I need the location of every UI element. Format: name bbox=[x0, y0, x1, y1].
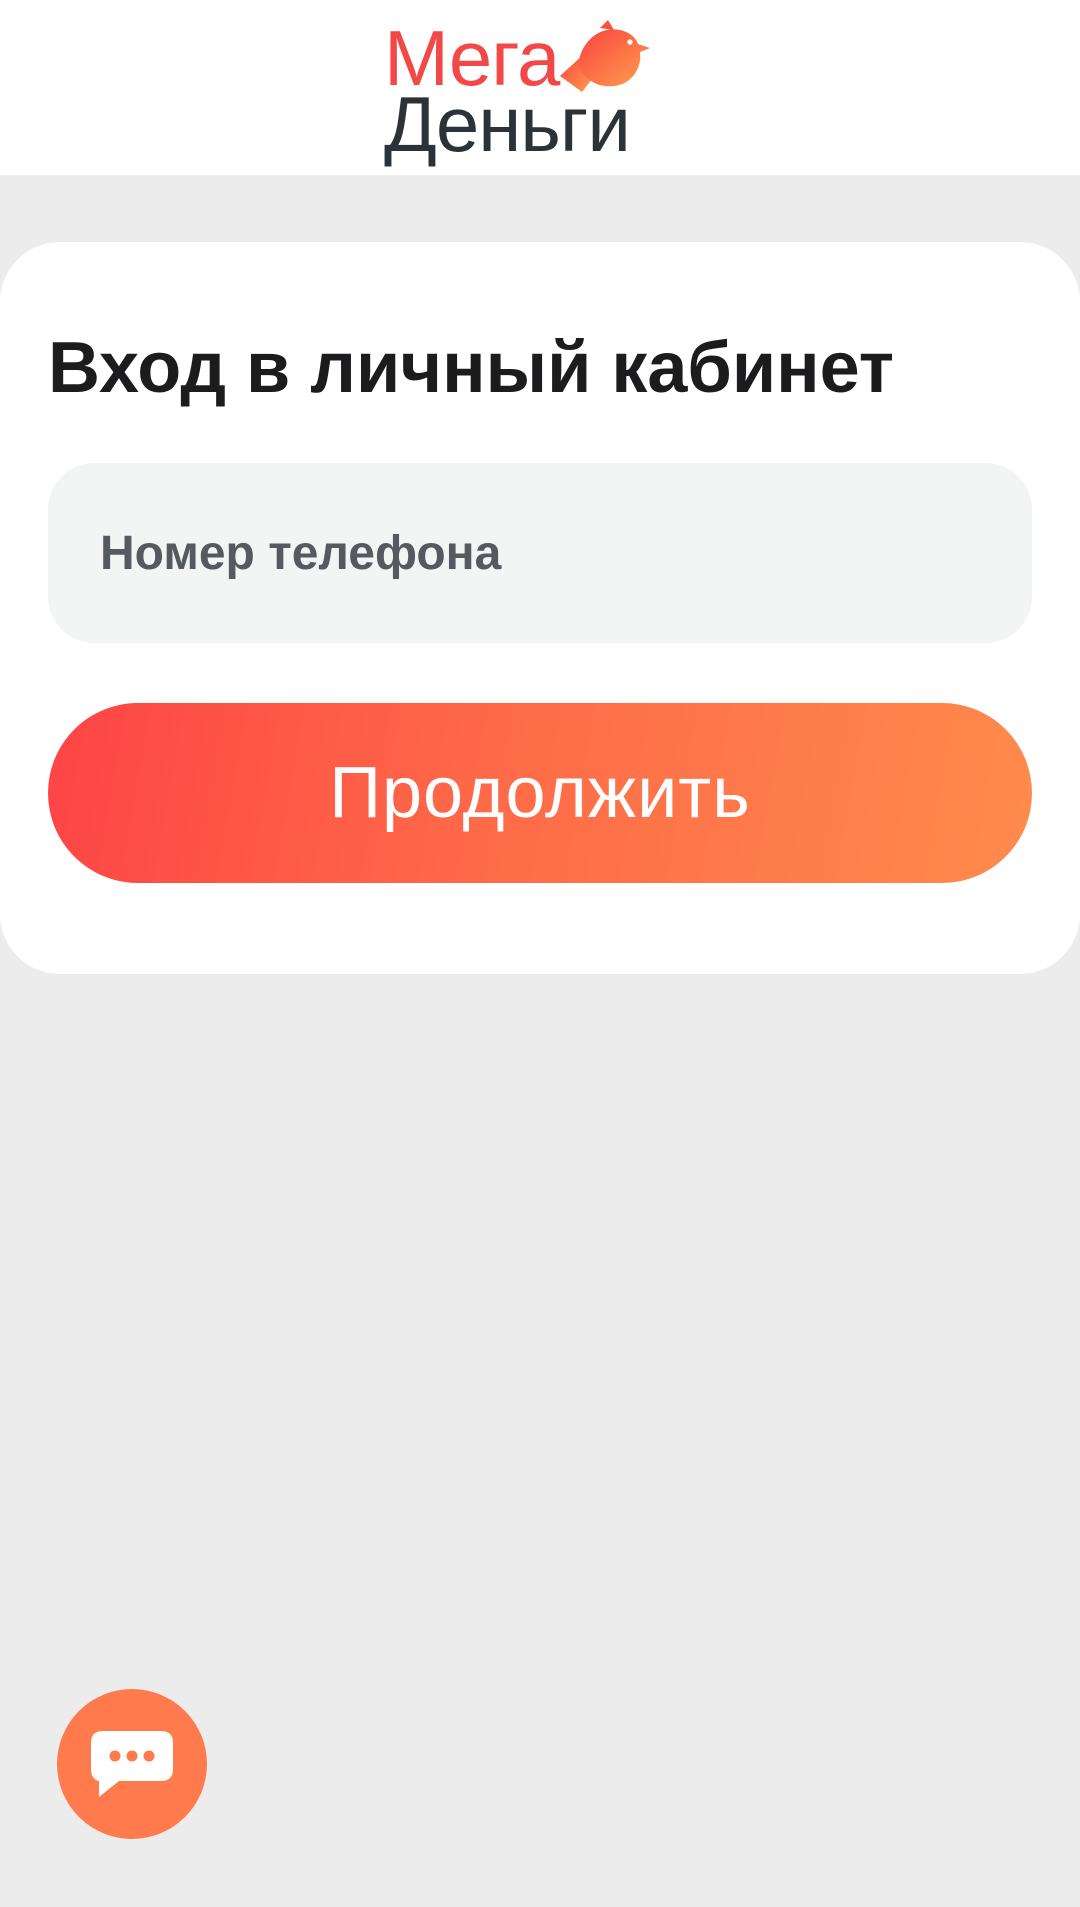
header: Мега Деньги bbox=[0, 0, 1080, 175]
brand-logo[interactable]: Мега Деньги bbox=[380, 14, 680, 168]
page-title: Вход в личный кабинет bbox=[48, 328, 894, 408]
chat-button[interactable] bbox=[57, 1689, 207, 1839]
phone-number-input[interactable] bbox=[48, 463, 1032, 643]
bird-icon bbox=[560, 20, 650, 92]
chat-bubble-icon bbox=[91, 1731, 173, 1797]
continue-button[interactable]: Продолжить bbox=[48, 703, 1032, 883]
